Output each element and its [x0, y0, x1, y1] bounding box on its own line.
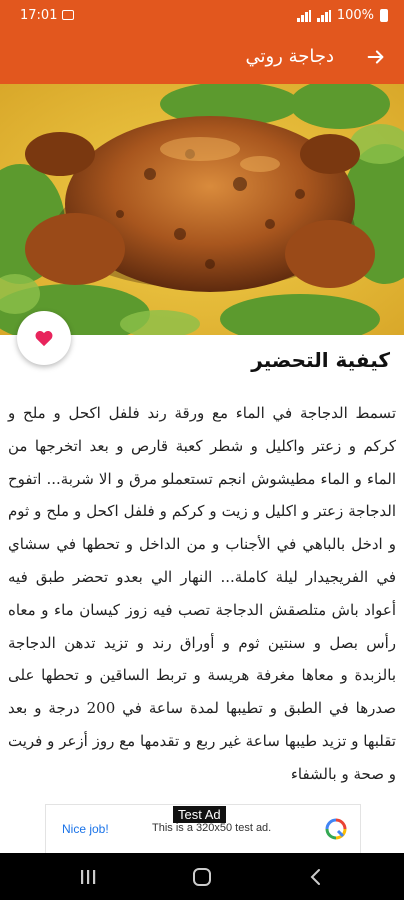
- section-title: كيفية التحضير: [251, 348, 390, 372]
- photo-notification-icon: [62, 10, 74, 20]
- battery-percent: 100%: [336, 8, 374, 23]
- recent-apps-icon: [81, 870, 96, 884]
- home-button[interactable]: [190, 865, 214, 889]
- recipe-image: [0, 84, 404, 335]
- signal-icon: [296, 9, 311, 22]
- favorite-button[interactable]: [17, 311, 71, 365]
- recipe-instructions: تسمط الدجاجة في الماء مع ورقة رند فلفل ا…: [8, 404, 396, 783]
- status-indicators: 100%: [296, 8, 388, 23]
- back-button[interactable]: [362, 43, 390, 71]
- battery-icon: [380, 9, 388, 22]
- status-time: 17:01: [20, 8, 58, 23]
- heart-icon: [35, 330, 53, 347]
- chevron-left-icon: [310, 869, 320, 885]
- ad-logo-icon: [325, 818, 347, 840]
- navigation-bar: [0, 853, 404, 900]
- arrow-right-icon: [367, 50, 384, 64]
- back-nav-button[interactable]: [304, 865, 328, 889]
- app-bar: دجاجة روتي: [0, 32, 404, 84]
- roast-chicken-illustration: [0, 84, 404, 335]
- signal-icon-2: [316, 9, 331, 22]
- recent-apps-button[interactable]: [76, 865, 100, 889]
- ad-label: Test Ad: [173, 806, 226, 823]
- home-icon: [193, 868, 211, 886]
- status-bar: 17:01 100%: [0, 0, 404, 32]
- ad-nice-text: Nice job!: [62, 822, 109, 836]
- page-title: دجاجة روتي: [245, 46, 334, 67]
- ad-text: This is a 320x50 test ad.: [152, 822, 272, 834]
